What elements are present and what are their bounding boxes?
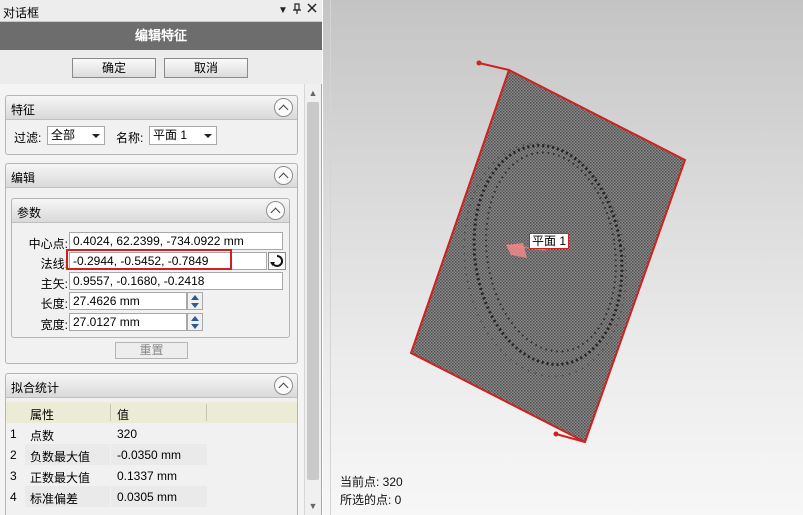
length-field[interactable]: 27.4626 mm (69, 292, 187, 310)
3d-viewport[interactable]: 平面 1 当前点: 320 所选的点: 0 (323, 0, 803, 515)
action-row: 确定 取消 (0, 50, 322, 84)
value-cell: 0.0305 mm (117, 490, 178, 504)
filter-select[interactable]: 全部 (47, 126, 105, 145)
scroll-up-icon[interactable]: ▲ (305, 85, 321, 101)
edit-group: 编辑 参数 中心点: 0.4024, 62.2399, -734.0922 mm… (5, 163, 298, 364)
name-select-value: 平面 1 (153, 128, 188, 142)
value-cell: -0.0350 mm (117, 448, 182, 462)
width-stepper[interactable] (187, 313, 203, 331)
collapse-icon[interactable] (274, 166, 293, 185)
filter-label: 过滤: (14, 131, 42, 145)
selected-points-status: 所选的点: 0 (340, 493, 402, 507)
name-label: 名称: (116, 131, 144, 145)
params-group: 参数 中心点: 0.4024, 62.2399, -734.0922 mm 法线… (11, 198, 290, 338)
property-cell: 负数最大值 (30, 450, 91, 464)
params-group-header[interactable]: 参数 (12, 199, 289, 223)
plane-mesh (411, 70, 685, 442)
spin-down-icon[interactable] (191, 324, 199, 329)
fit-stats-group: 拟合统计 属性 值 1 点数 320 2 负数最大值 -0.0350 mm 3 … (5, 373, 298, 515)
panel-scrollbar[interactable]: ▲ ▼ (304, 84, 321, 515)
width-field[interactable]: 27.0127 mm (69, 313, 187, 331)
row-index: 1 (10, 427, 17, 441)
collapse-icon[interactable] (266, 201, 285, 220)
filter-select-value: 全部 (51, 128, 76, 142)
center-field[interactable]: 0.4024, 62.2399, -734.0922 mm (69, 232, 283, 250)
column-divider (206, 404, 207, 421)
chevron-down-icon (92, 134, 100, 138)
reset-button[interactable]: 重置 (115, 342, 188, 359)
panel-title: 对话框 (3, 6, 40, 20)
panel-scroll-area: 特征 过滤: 全部 名称: 平面 1 编辑 参数 中心点: 0.4024, 62… (0, 84, 304, 515)
column-header-value[interactable]: 值 (117, 406, 129, 423)
plane-handle[interactable] (553, 431, 559, 437)
table-row[interactable]: 1 点数 320 (6, 423, 297, 444)
plane-handle[interactable] (476, 60, 482, 66)
name-select[interactable]: 平面 1 (149, 126, 217, 145)
pin-icon[interactable] (290, 3, 304, 18)
current-point-status: 当前点: 320 (340, 475, 403, 489)
fit-stats-title: 拟合统计 (11, 381, 60, 395)
length-label: 长度: (40, 297, 68, 311)
feature-group-header[interactable]: 特征 (6, 96, 297, 120)
feature-group-title: 特征 (11, 103, 36, 117)
collapse-icon[interactable] (274, 98, 293, 117)
scroll-down-icon[interactable]: ▼ (305, 498, 321, 514)
dialog-header: 编辑特征 (0, 22, 322, 50)
table-row[interactable]: 2 负数最大值 -0.0350 mm (6, 444, 297, 465)
table-row[interactable]: 4 标准偏差 0.0305 mm (6, 486, 297, 507)
fit-stats-header[interactable]: 拟合统计 (6, 374, 297, 398)
column-divider (110, 404, 111, 421)
plane-handle-line (478, 62, 510, 71)
cancel-button[interactable]: 取消 (164, 58, 248, 78)
property-cell: 正数最大值 (30, 471, 91, 485)
property-cell: 标准偏差 (30, 492, 79, 506)
flip-icon (270, 254, 284, 267)
major-axis-label: 主矢: (40, 277, 68, 291)
table-row[interactable]: 3 正数最大值 0.1337 mm (6, 465, 297, 486)
params-group-title: 参数 (17, 206, 42, 220)
feature-group: 特征 过滤: 全部 名称: 平面 1 (5, 95, 298, 155)
column-header-property[interactable]: 属性 (30, 406, 54, 423)
edit-group-header[interactable]: 编辑 (6, 164, 297, 188)
value-cell: 320 (117, 427, 138, 441)
row-index: 2 (10, 448, 17, 462)
edit-group-title: 编辑 (11, 171, 36, 185)
row-index: 3 (10, 469, 17, 483)
width-label: 宽度: (40, 318, 68, 332)
spin-down-icon[interactable] (191, 303, 199, 308)
close-icon[interactable] (305, 3, 319, 18)
flip-normal-button[interactable] (268, 252, 286, 270)
spin-up-icon[interactable] (191, 316, 199, 321)
center-label: 中心点: (28, 237, 68, 251)
scroll-thumb[interactable] (307, 102, 319, 480)
normal-highlight (66, 249, 232, 270)
ok-button[interactable]: 确定 (72, 58, 156, 78)
spin-up-icon[interactable] (191, 295, 199, 300)
dialog-panel: 对话框 ▼ 编辑特征 确定 取消 特征 过滤: 全部 名称: 平面 1 编辑 参… (0, 0, 322, 515)
plane-render[interactable] (323, 0, 803, 515)
chevron-down-icon (204, 134, 212, 138)
value-cell: 0.1337 mm (117, 469, 178, 483)
panel-titlebar: 对话框 ▼ (0, 0, 322, 22)
plane-label[interactable]: 平面 1 (529, 233, 570, 249)
major-axis-field[interactable]: 0.9557, -0.1680, -0.2418 (69, 272, 283, 290)
normal-label: 法线: (40, 257, 68, 271)
property-cell: 点数 (30, 429, 55, 443)
dropdown-menu-icon[interactable]: ▼ (276, 3, 290, 18)
length-stepper[interactable] (187, 292, 203, 310)
collapse-icon[interactable] (274, 376, 293, 395)
row-index: 4 (10, 490, 17, 504)
table-header-row: 属性 值 (6, 402, 297, 423)
